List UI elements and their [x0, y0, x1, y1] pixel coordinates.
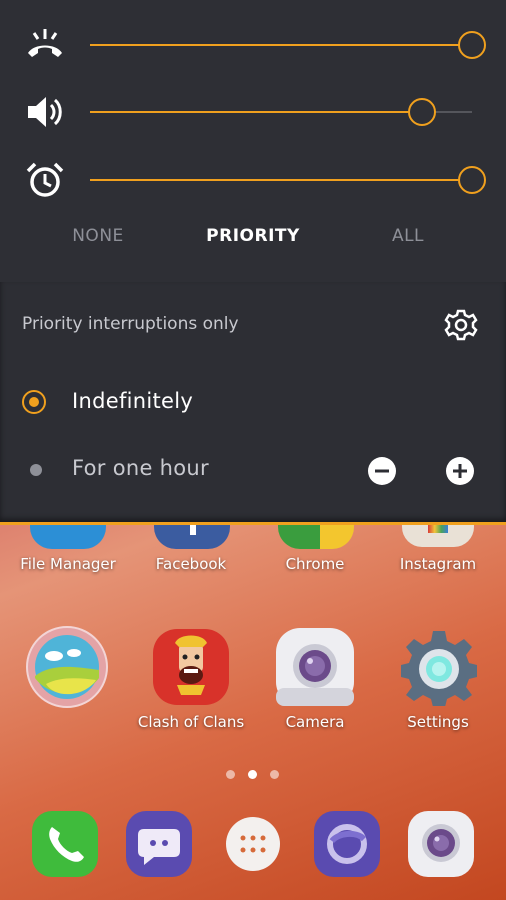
camera-label: Camera: [285, 713, 345, 731]
alarm-volume-thumb[interactable]: [458, 166, 486, 194]
messaging-icon[interactable]: [126, 811, 192, 877]
browser-icon[interactable]: [314, 811, 380, 877]
ringer-volume-thumb[interactable]: [458, 31, 486, 59]
gear-icon[interactable]: [442, 306, 480, 344]
file-manager-app[interactable]: [30, 525, 106, 549]
ringer-volume-slider[interactable]: [90, 31, 486, 59]
plus-circle-icon[interactable]: [445, 456, 475, 486]
media-volume-row: [0, 82, 506, 142]
chrome-label: Chrome: [285, 555, 345, 573]
radio-selected-icon[interactable]: [22, 390, 46, 414]
priority-title: Priority interruptions only: [22, 314, 239, 334]
mode-priority-tab[interactable]: PRIORITY: [183, 226, 323, 246]
clash-of-clans-label: Clash of Clans: [137, 713, 245, 731]
volume-panel: NONE PRIORITY ALL: [0, 0, 506, 282]
option-for-one-hour[interactable]: For one hour: [0, 446, 506, 496]
priority-panel: Priority interruptions only Indefinitely…: [0, 282, 506, 522]
clash-of-clans-icon[interactable]: [153, 629, 229, 705]
media-volume-thumb[interactable]: [408, 98, 437, 126]
interruption-mode-selector: NONE PRIORITY ALL: [0, 226, 506, 266]
page-dot[interactable]: [226, 770, 235, 779]
alarm-clock-icon: [26, 162, 64, 197]
ringer-volume-fill: [90, 44, 472, 46]
media-volume-fill: [90, 111, 423, 113]
page-indicator: [0, 770, 506, 780]
instagram-app[interactable]: [402, 525, 474, 547]
alarm-volume-row: [0, 150, 506, 210]
speaker-icon: [28, 97, 62, 127]
facebook-app[interactable]: [154, 525, 230, 549]
file-manager-label: File Manager: [20, 555, 116, 573]
facebook-label: Facebook: [155, 555, 227, 573]
phone-icon[interactable]: [32, 811, 98, 877]
app-drawer-icon[interactable]: [220, 811, 286, 877]
page-dot-current[interactable]: [248, 770, 257, 779]
option-indefinitely[interactable]: Indefinitely: [0, 379, 506, 429]
minus-circle-icon[interactable]: [367, 456, 397, 486]
mode-none-tab[interactable]: NONE: [28, 226, 168, 246]
gallery-icon[interactable]: [26, 626, 108, 708]
alarm-volume-fill: [90, 179, 472, 181]
settings-gear-icon[interactable]: [400, 628, 478, 706]
ringer-off-icon: [28, 29, 62, 57]
radio-unselected-icon[interactable]: [30, 464, 42, 476]
camera-icon[interactable]: [276, 628, 354, 706]
media-volume-slider[interactable]: [90, 98, 472, 126]
dock-camera-icon[interactable]: [408, 811, 474, 877]
alarm-volume-slider[interactable]: [90, 166, 486, 194]
instagram-label: Instagram: [399, 555, 477, 573]
ringer-volume-row: [0, 15, 506, 75]
mode-all-tab[interactable]: ALL: [338, 226, 478, 246]
option-for-one-hour-label: For one hour: [72, 456, 209, 480]
option-indefinitely-label: Indefinitely: [72, 389, 194, 413]
page-dot[interactable]: [270, 770, 279, 779]
settings-label: Settings: [407, 713, 469, 731]
chrome-app[interactable]: [278, 525, 354, 549]
